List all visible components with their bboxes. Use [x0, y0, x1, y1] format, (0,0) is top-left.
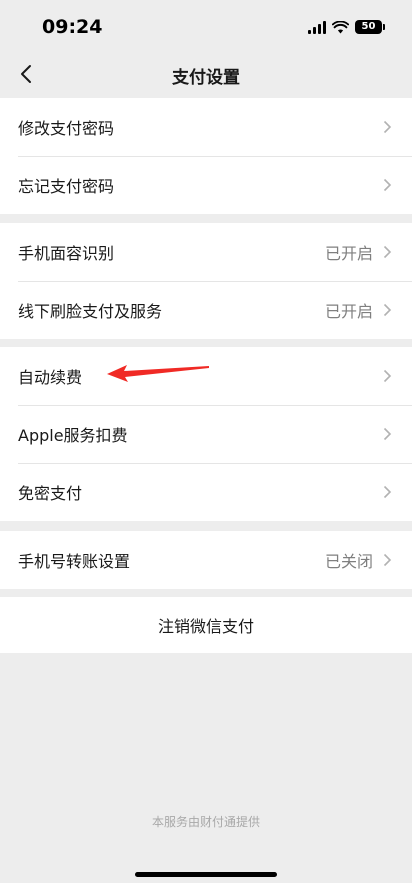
- list-item-label: 忘记支付密码: [18, 177, 115, 196]
- chevron-right-icon: [383, 120, 392, 134]
- wifi-icon: [332, 20, 349, 33]
- status-icons: 50: [308, 19, 385, 35]
- list-item-change-password[interactable]: 修改支付密码: [0, 98, 412, 156]
- settings-group-transfer: 手机号转账设置 已关闭: [0, 531, 412, 589]
- list-item-phone-transfer[interactable]: 手机号转账设置 已关闭: [0, 531, 412, 589]
- home-indicator: [135, 872, 277, 877]
- list-item-label: 手机号转账设置: [18, 552, 131, 571]
- chevron-right-icon: [383, 245, 392, 259]
- list-item-label: 线下刷脸支付及服务: [18, 302, 163, 321]
- chevron-right-icon: [383, 485, 392, 499]
- list-item-forgot-password[interactable]: 忘记支付密码: [0, 156, 412, 214]
- list-item-password-free-pay[interactable]: 免密支付: [0, 463, 412, 521]
- list-item-face-id[interactable]: 手机面容识别 已开启: [0, 223, 412, 281]
- page-title: 支付设置: [172, 68, 240, 88]
- list-item-label: 手机面容识别: [18, 244, 115, 263]
- settings-group-face: 手机面容识别 已开启 线下刷脸支付及服务 已开启: [0, 223, 412, 339]
- nav-bar: 支付设置: [0, 50, 412, 98]
- list-item-label: 自动续费: [18, 368, 83, 387]
- chevron-right-icon: [383, 427, 392, 441]
- chevron-right-icon: [383, 553, 392, 567]
- chevron-right-icon: [383, 178, 392, 192]
- footer-text: 本服务由财付通提供: [151, 815, 260, 829]
- list-item-label: 免密支付: [18, 484, 83, 503]
- list-item-offline-face-pay[interactable]: 线下刷脸支付及服务 已开启: [0, 281, 412, 339]
- list-item-label: Apple服务扣费: [18, 426, 128, 445]
- chevron-right-icon: [383, 303, 392, 317]
- list-item-label: 修改支付密码: [18, 119, 115, 138]
- settings-group-password: 修改支付密码 忘记支付密码: [0, 98, 412, 214]
- annotation-arrow-icon: [107, 365, 209, 382]
- status-value: 已关闭: [324, 552, 373, 571]
- deregister-button[interactable]: 注销微信支付: [0, 597, 412, 653]
- status-time: 09:24: [42, 16, 103, 38]
- status-bar: 09:24 50: [0, 0, 412, 50]
- status-value: 已开启: [324, 244, 373, 263]
- battery-icon: 50: [355, 20, 385, 34]
- signal-icon: [308, 20, 326, 34]
- chevron-right-icon: [383, 369, 392, 383]
- list-item-apple-deduction[interactable]: Apple服务扣费: [0, 405, 412, 463]
- status-value: 已开启: [324, 302, 373, 321]
